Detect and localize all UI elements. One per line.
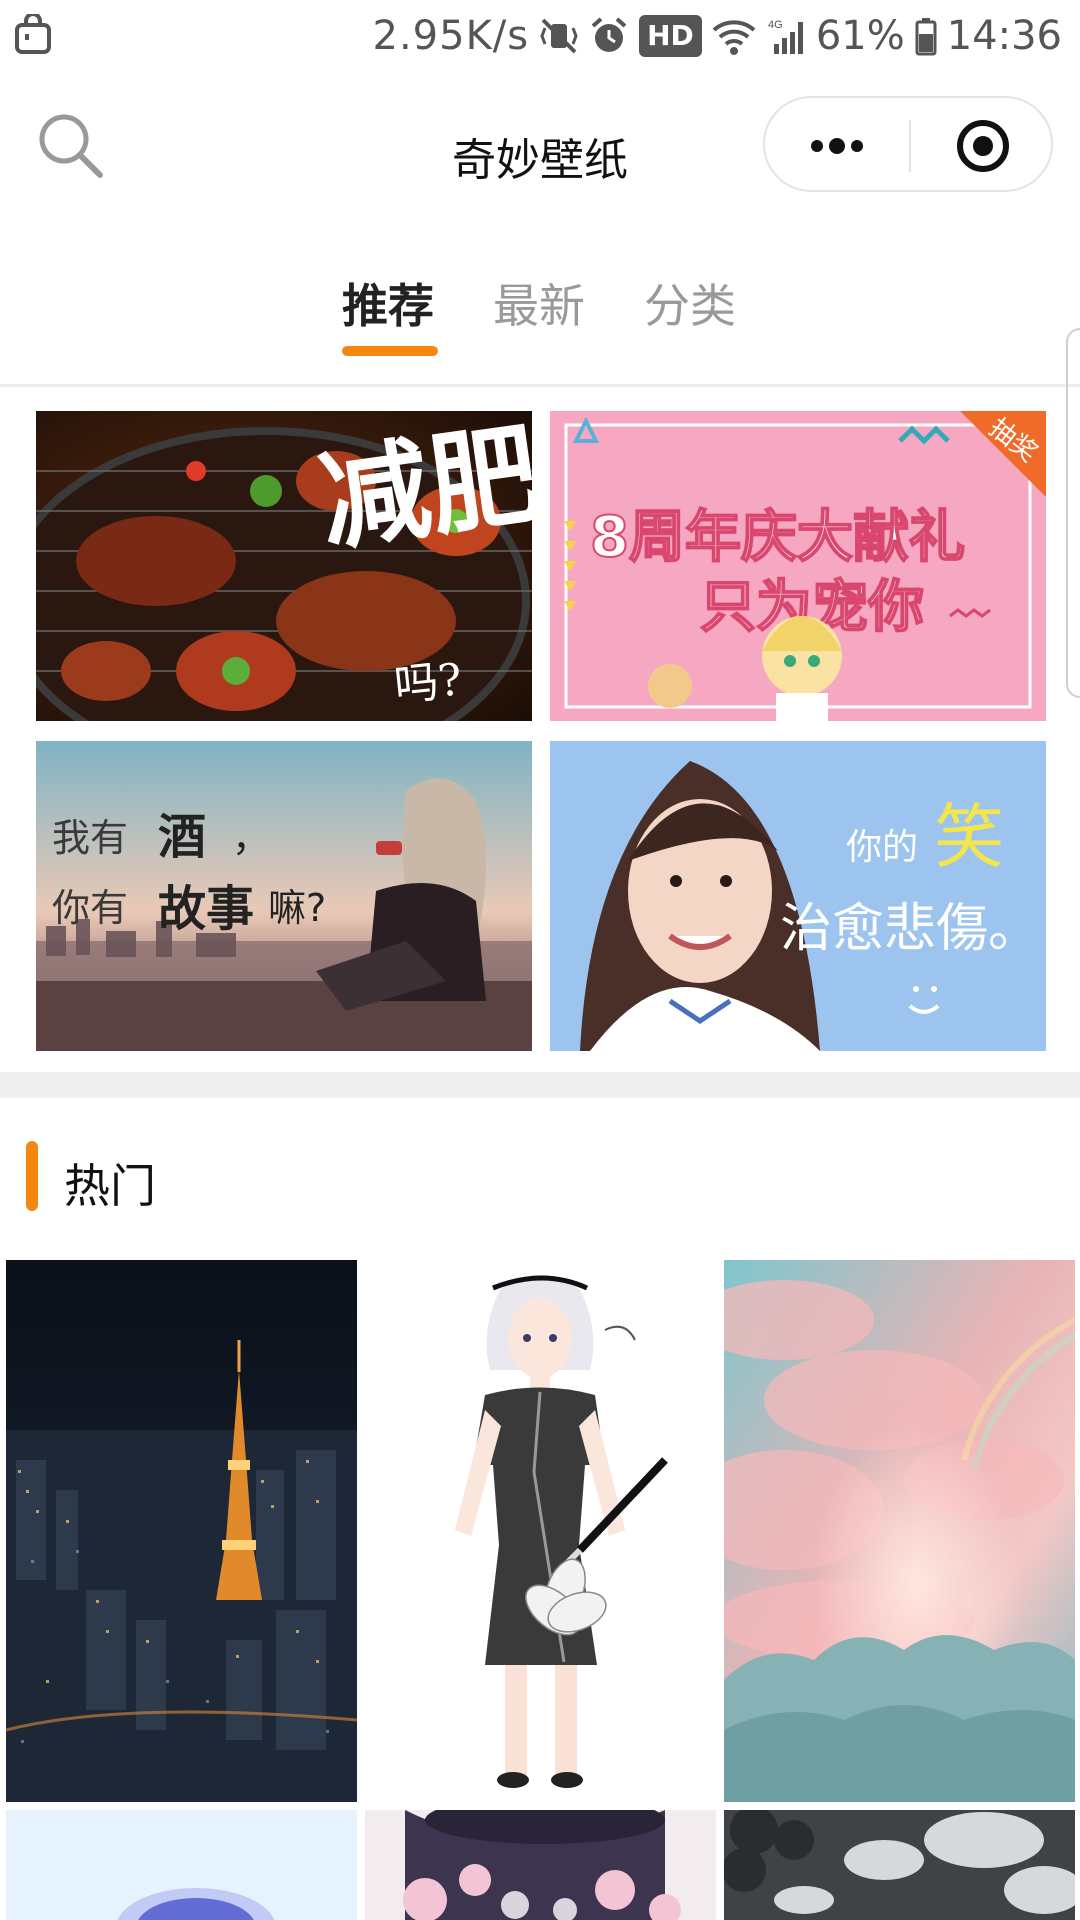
shopping-bag-icon [14, 12, 52, 54]
banner-anniversary[interactable]: 抽奖 8周年庆大献礼 只为宠你 [550, 411, 1046, 721]
banner-story-text-2b: 故事 [158, 881, 254, 937]
tabs-divider [0, 384, 1080, 387]
section-accent-bar [26, 1141, 38, 1211]
banner-story[interactable]: 我有 酒 ， 你有 故事 嘛? [36, 741, 532, 1051]
banner-smile-text-1b: 笑 [934, 796, 1004, 878]
hd-badge: HD [639, 15, 702, 57]
tab-category[interactable]: 分类 [644, 270, 736, 336]
banner-story-text-2c: 嘛? [268, 886, 326, 930]
active-tab-indicator [342, 346, 438, 356]
banner-story-text-1a: 我有 [52, 816, 128, 860]
banner-story-text-2a: 你有 [52, 886, 128, 930]
more-dots-icon [811, 138, 863, 154]
close-mini-program-button[interactable] [911, 98, 1055, 194]
wallpaper-thumb-grey-clouds[interactable] [724, 1810, 1075, 1920]
banner-anniversary-line1: 8周年庆大献礼 [590, 505, 965, 570]
wallpaper-thumb-blue-glow[interactable] [6, 1810, 357, 1920]
banner-story-text-1b: 酒 [158, 809, 206, 865]
clock: 14:36 [946, 13, 1062, 59]
side-drawer-handle[interactable] [1066, 328, 1080, 698]
banner-smile-text-2: 治愈悲傷。 [780, 899, 1040, 959]
banner-smile-text-1a: 你的 [846, 827, 918, 868]
wallpaper-thumb-anime-qipao[interactable] [365, 1260, 716, 1802]
wallpaper-thumb-anime-flowers[interactable] [365, 1810, 716, 1920]
wallpaper-thumb-tokyo-night[interactable] [6, 1260, 357, 1802]
tab-recommend[interactable]: 推荐 [342, 270, 434, 336]
wallpaper-thumb-pink-clouds[interactable] [724, 1260, 1075, 1802]
section-spacer [0, 1072, 1080, 1098]
cellular-signal-icon: 4G [766, 16, 806, 56]
alarm-icon [589, 16, 629, 56]
more-button[interactable] [765, 98, 909, 194]
banner-smile[interactable]: 你的 笑 治愈悲傷。 [550, 741, 1046, 1051]
network-type: 4G [768, 19, 783, 31]
navigation-bar: 奇妙壁纸 [0, 76, 1080, 216]
status-bar: 2.95K/s HD 4G 61% 14:36 [0, 0, 1080, 76]
banner-story-text-1c: ， [232, 816, 270, 860]
target-circle-icon [957, 120, 1009, 172]
hot-section-title: 热门 [64, 1159, 156, 1213]
battery-icon [915, 16, 937, 56]
tab-latest[interactable]: 最新 [493, 270, 585, 336]
battery-percent: 61% [815, 13, 905, 59]
mini-program-capsule [763, 96, 1053, 192]
banner-bbq[interactable]: 减肥 吗? [36, 411, 532, 721]
banner-bbq-subtitle: 吗? [392, 654, 465, 712]
vibrate-mute-icon [539, 16, 579, 56]
network-speed: 2.95K/s [372, 13, 530, 59]
tab-bar: 推荐 最新 分类 [0, 262, 1080, 362]
wifi-icon [712, 16, 756, 56]
